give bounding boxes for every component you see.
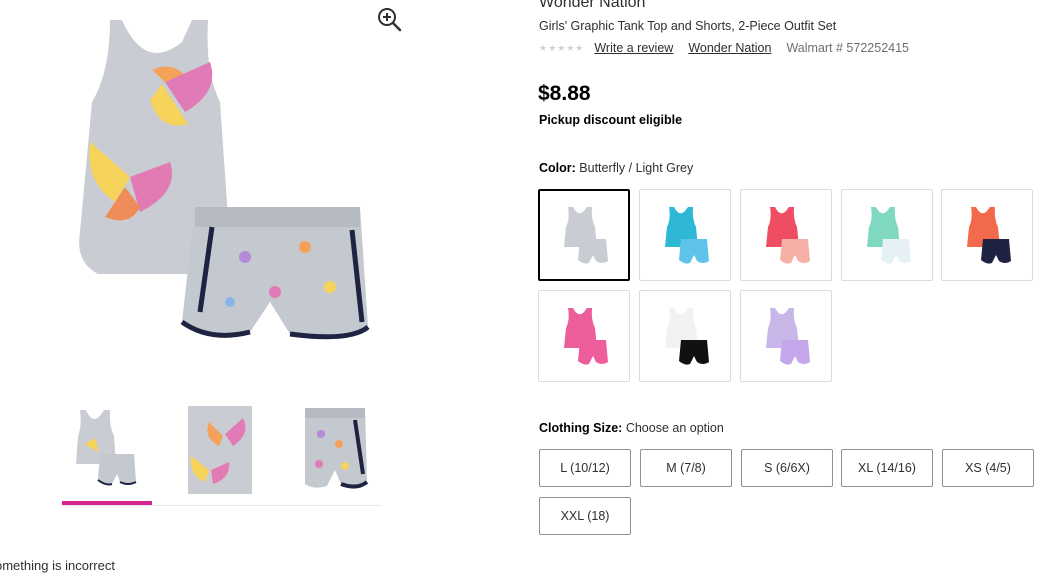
zoom-in-icon[interactable] bbox=[374, 4, 404, 34]
thumbnail-divider bbox=[62, 505, 381, 506]
size-option-xxl[interactable]: XXL (18) bbox=[539, 497, 631, 535]
brand-link[interactable]: Wonder Nation bbox=[688, 41, 771, 55]
size-selected-value: Choose an option bbox=[625, 421, 724, 435]
color-label-title: Color: bbox=[539, 161, 576, 175]
size-option-l[interactable]: L (10/12) bbox=[539, 449, 631, 487]
color-swatch-5[interactable] bbox=[941, 189, 1033, 281]
main-product-image[interactable] bbox=[70, 12, 375, 387]
feedback-link[interactable]: omething is incorrect bbox=[0, 558, 115, 573]
walmart-number: Walmart # 572252415 bbox=[786, 41, 909, 55]
color-swatch-6[interactable] bbox=[538, 290, 630, 382]
price: $8.88 bbox=[538, 82, 591, 105]
write-review-link[interactable]: Write a review bbox=[594, 41, 673, 55]
size-label: Clothing Size: Choose an option bbox=[539, 421, 724, 435]
rating-row: ★★★★★ Write a review Wonder Nation Walma… bbox=[539, 40, 909, 56]
rating-stars-icon: ★★★★★ bbox=[539, 42, 585, 53]
thumbnail-3[interactable] bbox=[299, 404, 389, 496]
size-option-s[interactable]: S (6/6X) bbox=[741, 449, 833, 487]
product-title: Girls' Graphic Tank Top and Shorts, 2-Pi… bbox=[539, 19, 837, 33]
color-swatch-3[interactable] bbox=[740, 189, 832, 281]
size-option-xl[interactable]: XL (14/16) bbox=[841, 449, 933, 487]
color-swatch-8[interactable] bbox=[740, 290, 832, 382]
thumbnail-2[interactable] bbox=[185, 404, 275, 496]
size-option-m[interactable]: M (7/8) bbox=[640, 449, 732, 487]
size-label-title: Clothing Size: bbox=[539, 421, 623, 435]
color-swatch-7[interactable] bbox=[639, 290, 731, 382]
pickup-discount-label: Pickup discount eligible bbox=[539, 113, 683, 127]
color-swatch-4[interactable] bbox=[841, 189, 933, 281]
product-brand[interactable]: Wonder Nation bbox=[539, 0, 645, 12]
color-swatch-1[interactable] bbox=[538, 189, 630, 281]
thumbnail-active-indicator bbox=[62, 501, 152, 505]
color-label: Color: Butterfly / Light Grey bbox=[539, 161, 693, 175]
color-selected-value: Butterfly / Light Grey bbox=[579, 161, 694, 175]
thumbnail-1[interactable] bbox=[62, 404, 152, 496]
size-option-xs[interactable]: XS (4/5) bbox=[942, 449, 1034, 487]
color-swatch-2[interactable] bbox=[639, 189, 731, 281]
